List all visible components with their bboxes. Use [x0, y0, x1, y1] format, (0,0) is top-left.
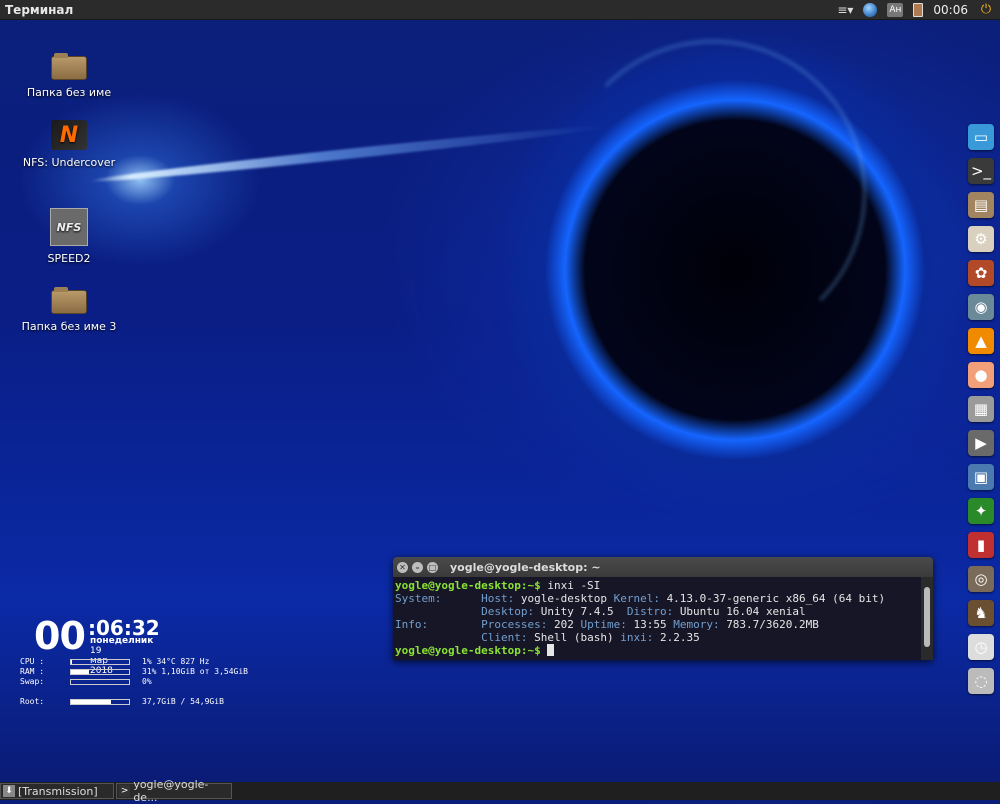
dock-video-icon[interactable]: ▶	[968, 430, 994, 456]
desktop-icon-label: SPEED2	[47, 252, 91, 265]
dock-pencils-icon[interactable]: ▮	[968, 532, 994, 558]
cpu-label: CPU :	[20, 657, 45, 666]
conky-weekday: понеделник	[90, 636, 154, 646]
swap-bar	[70, 678, 130, 685]
desktop-icon-folder-3[interactable]: Папка без име 3	[14, 287, 124, 333]
ram-bar	[70, 668, 130, 675]
dock-gnome-icon[interactable]: ✿	[968, 260, 994, 286]
active-window-title: Терминал	[5, 2, 74, 17]
root-value: 37,7GiB / 54,9GiB	[142, 697, 224, 706]
scrollbar-thumb[interactable]	[924, 587, 930, 647]
dock-images-icon[interactable]: ▣	[968, 464, 994, 490]
dock-clock-icon[interactable]: ◷	[968, 634, 994, 660]
ram-label: RAM :	[20, 667, 45, 676]
close-icon[interactable]: ✕	[397, 561, 408, 573]
terminal-window[interactable]: ✕ – □ yogle@yogle-desktop: ~ yogle@yogle…	[393, 557, 933, 660]
dock-chess-icon[interactable]: ♞	[968, 600, 994, 626]
terminal-titlebar[interactable]: ✕ – □ yogle@yogle-desktop: ~	[393, 557, 933, 577]
dock-vlc-icon[interactable]: ▲	[968, 328, 994, 354]
conky-ram-row: RAM : 31% 1,10GiB от 3,54GiB	[20, 667, 248, 676]
task-label: yogle@yogle-de...	[133, 778, 209, 804]
swap-label: Swap:	[20, 677, 45, 686]
dock-archive-icon[interactable]: ▤	[968, 192, 994, 218]
conky-swap-row: Swap: 0%	[20, 677, 152, 686]
output-line: Desktop: Unity 7.4.5 Distro: Ubuntu 16.0…	[481, 605, 806, 618]
task-terminal[interactable]: > yogle@yogle-de...	[116, 778, 232, 804]
maximize-icon[interactable]: □	[427, 561, 438, 573]
nfs-icon: N	[51, 120, 87, 150]
desktop-icon-speed2[interactable]: NFS SPEED2	[14, 208, 124, 265]
folder-icon	[51, 287, 87, 314]
top-panel: Терминал ≡▾ Ан 00:06 ⏻	[0, 0, 1000, 20]
terminal-icon: >	[119, 785, 131, 797]
wallpaper-swirl	[560, 40, 866, 346]
desktop-icon-label: NFS: Undercover	[22, 156, 116, 169]
keyboard-layout-indicator[interactable]: Ан	[887, 2, 904, 17]
terminal-scrollbar[interactable]	[921, 577, 933, 660]
terminal-title: yogle@yogle-desktop: ~	[450, 560, 601, 574]
launcher-dock: ▭ >_ ▤ ⚙ ✿ ◉ ▲ ● ▦ ▶ ▣ ✦ ▮ ◎ ♞ ◷ ◌	[968, 124, 996, 694]
menu-icon[interactable]: ≡▾	[837, 2, 853, 18]
desktop-icon-folder[interactable]: Папка без име	[14, 53, 124, 99]
power-icon[interactable]: ⏻	[978, 2, 994, 18]
dock-solitaire-icon[interactable]: ✦	[968, 498, 994, 524]
dock-film-icon[interactable]: ◎	[968, 566, 994, 592]
conky-hours: 00	[34, 614, 86, 658]
prompt: yogle@yogle-desktop:~$	[395, 579, 541, 592]
dock-terminal-icon[interactable]: >_	[968, 158, 994, 184]
minimize-icon[interactable]: –	[412, 561, 423, 573]
dock-network-icon[interactable]: ◉	[968, 294, 994, 320]
swap-value: 0%	[142, 677, 152, 686]
conky-cpu-row: CPU : 1% 34°C 827 Hz	[20, 657, 209, 666]
root-label: Root:	[20, 697, 45, 706]
output-key: Info:	[395, 618, 429, 631]
desktop-icon-label: Папка без име 3	[21, 320, 117, 333]
desktop-icon-label: Папка без име	[26, 86, 112, 99]
conky-root-row: Root: 37,7GiB / 54,9GiB	[20, 697, 224, 706]
text-cursor	[547, 644, 555, 656]
output-line: Processes: 202 Uptime: 13:55 Memory: 783…	[481, 618, 819, 631]
cpu-value: 1% 34°C 827 Hz	[142, 657, 210, 666]
output-key: System:	[395, 592, 442, 605]
task-transmission[interactable]: ⬇ [Transmission]	[0, 783, 114, 799]
transmission-icon: ⬇	[3, 785, 15, 797]
ram-value: 31% 1,10GiB от 3,54GiB	[142, 667, 248, 676]
dock-peach-icon[interactable]: ●	[968, 362, 994, 388]
panel-clock[interactable]: 00:06	[933, 3, 968, 17]
output-line: Client: Shell (bash) inxi: 2.2.35	[481, 631, 700, 644]
desktop-icon-nfs-undercover[interactable]: N NFS: Undercover	[14, 120, 124, 169]
dock-satellite-icon[interactable]: ◌	[968, 668, 994, 694]
globe-icon[interactable]	[863, 2, 878, 17]
battery-icon[interactable]	[913, 2, 924, 17]
command: inxi -SI	[540, 579, 601, 592]
cpu-bar	[70, 658, 130, 665]
dock-settings-icon[interactable]: ⚙	[968, 226, 994, 252]
bottom-taskbar: ⬇ [Transmission] > yogle@yogle-de...	[0, 778, 1000, 804]
output-line: Host: yogle-desktop Kernel: 4.13.0-37-ge…	[481, 592, 886, 605]
speed2-icon: NFS	[50, 208, 88, 246]
terminal-output[interactable]: yogle@yogle-desktop:~$ inxi -SI System: …	[393, 577, 921, 660]
prompt: yogle@yogle-desktop:~$	[395, 644, 541, 657]
task-label: [Transmission]	[18, 784, 98, 798]
dock-files-icon[interactable]: ▭	[968, 124, 994, 150]
dock-calculator-icon[interactable]: ▦	[968, 396, 994, 422]
folder-icon	[51, 53, 87, 80]
root-bar	[70, 698, 130, 705]
wallpaper-streak	[89, 121, 608, 186]
